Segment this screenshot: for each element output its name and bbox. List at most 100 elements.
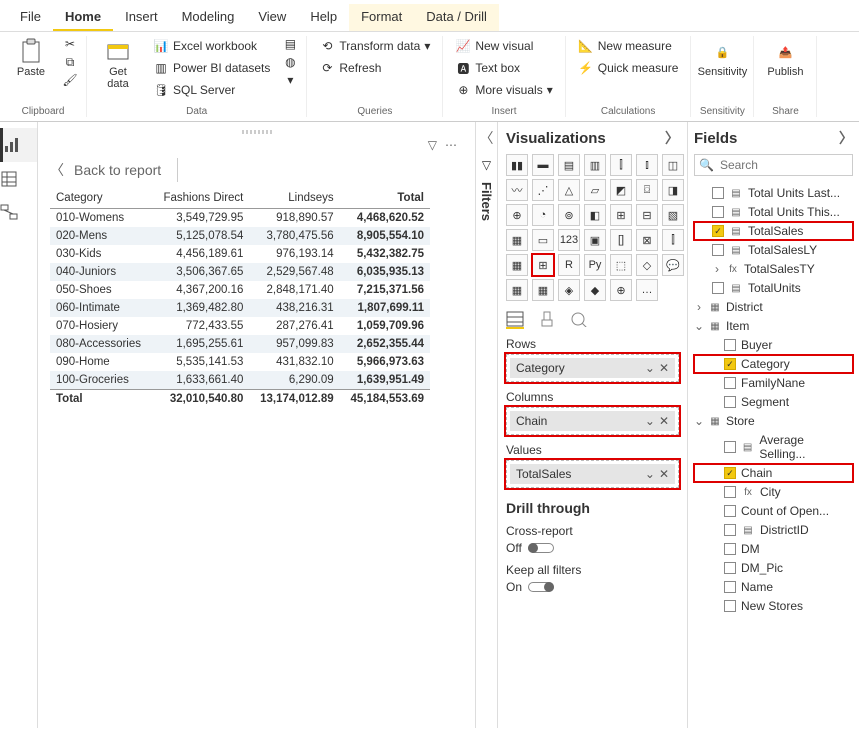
field-item[interactable]: ▤DistrictID [694,521,853,539]
checkbox[interactable] [724,600,736,612]
checkbox[interactable]: ✓ [712,225,724,237]
fields-well-tab[interactable] [506,311,524,329]
viz-type-icon[interactable]: Py [584,254,606,276]
data-view-button[interactable] [0,162,37,196]
checkbox[interactable] [724,562,736,574]
field-item[interactable]: DM [694,540,853,558]
viz-type-icon[interactable]: ▦ [506,279,528,301]
viz-type-icon[interactable]: ⌼ [636,179,658,201]
viz-type-icon[interactable]: ▱ [584,179,606,201]
field-item[interactable]: ✓Category [694,355,853,373]
remove-icon[interactable]: ✕ [659,414,669,428]
checkbox[interactable] [724,543,736,555]
tab-insert[interactable]: Insert [113,4,170,31]
table-node[interactable]: ›▦District [694,298,853,316]
viz-type-icon[interactable]: 〰 [506,179,528,201]
table-row[interactable]: 040-Juniors3,506,367.652,529,567.486,035… [50,263,430,281]
viz-type-icon[interactable]: ▬ [532,154,554,176]
dataverse-icon[interactable]: ▤ [282,36,298,52]
more-options-icon[interactable]: ⋯ [445,138,457,152]
field-item[interactable]: FamilyNane [694,374,853,392]
tab-data-drill[interactable]: Data / Drill [414,4,499,31]
more-visuals-button[interactable]: ⊕More visuals ▾ [451,80,556,100]
viz-type-icon[interactable]: ◫ [662,154,684,176]
recent-sources-icon[interactable]: ◍ [282,54,298,70]
checkbox[interactable] [712,244,724,256]
model-view-button[interactable] [0,196,37,230]
checkbox[interactable] [724,505,736,517]
collapse-viz-icon[interactable]: 〉 [665,128,679,148]
excel-workbook-button[interactable]: 📊Excel workbook [149,36,274,56]
field-item[interactable]: ▤TotalSalesLY [694,241,853,259]
viz-type-icon[interactable]: ◇ [636,254,658,276]
chevron-down-icon[interactable]: ⌄ [645,361,655,375]
pbi-datasets-button[interactable]: ▥Power BI datasets [149,58,274,78]
viz-type-icon[interactable]: 123 [558,229,580,251]
viz-type-icon[interactable]: ◩ [610,179,632,201]
viz-type-icon[interactable]: ⫾ [636,154,658,176]
viz-type-icon[interactable]: ⊞ [610,204,632,226]
viz-type-icon[interactable]: ⊞ [532,254,554,276]
rows-well[interactable]: Category⌄✕ [506,354,679,382]
field-item[interactable]: fxCity [694,483,853,501]
viz-type-icon[interactable]: ▧ [662,204,684,226]
matrix-visual[interactable]: Category Fashions Direct Lindseys Total … [50,188,430,408]
viz-type-icon[interactable]: ⫿ [662,229,684,251]
viz-type-icon[interactable]: ▥ [584,154,606,176]
table-row[interactable]: 020-Mens5,125,078.543,780,475.568,905,55… [50,227,430,245]
field-item[interactable]: ›fxTotalSalesTY [694,260,853,278]
sql-server-button[interactable]: 🛢SQL Server [149,80,274,100]
viz-type-icon[interactable]: 💬 [662,254,684,276]
keep-filters-toggle[interactable] [528,582,554,592]
table-row[interactable]: 060-Intimate1,369,482.80438,216.311,807,… [50,299,430,317]
get-data-button[interactable]: Get data [95,36,141,92]
tab-file[interactable]: File [8,4,53,31]
field-item[interactable]: Count of Open... [694,502,853,520]
field-item[interactable]: DM_Pic [694,559,853,577]
quick-measure-button[interactable]: ⚡Quick measure [574,58,683,78]
viz-type-icon[interactable]: ◔ [532,204,554,226]
tab-view[interactable]: View [246,4,298,31]
checkbox[interactable] [724,441,736,453]
field-item[interactable]: Name [694,578,853,596]
cross-report-toggle[interactable] [528,543,554,553]
publish-button[interactable]: 📤Publish [762,36,808,80]
text-box-button[interactable]: 🅰Text box [451,58,556,78]
tab-help[interactable]: Help [298,4,349,31]
viz-type-icon[interactable]: ▤ [558,154,580,176]
new-visual-button[interactable]: 📈New visual [451,36,556,56]
viz-type-icon[interactable]: ◨ [662,179,684,201]
columns-well[interactable]: Chain⌄✕ [506,407,679,435]
field-item[interactable]: ▤Total Units This... [694,203,853,221]
analytics-well-tab[interactable] [570,311,588,329]
report-view-button[interactable] [0,128,37,162]
checkbox[interactable] [712,282,724,294]
viz-type-icon[interactable]: ▦ [532,279,554,301]
viz-type-icon[interactable]: ⊕ [610,279,632,301]
field-item[interactable]: ✓▤TotalSales [694,222,853,240]
cut-icon[interactable]: ✂ [62,36,78,52]
table-node[interactable]: ⌄▦Item [694,317,853,335]
table-row[interactable]: 070-Hosiery772,433.55287,276.411,059,709… [50,317,430,335]
viz-type-icon[interactable]: ⋰ [532,179,554,201]
viz-type-icon[interactable]: [] [610,229,632,251]
viz-type-icon[interactable]: ◧ [584,204,606,226]
format-painter-icon[interactable]: 🖌 [62,72,78,88]
field-item[interactable]: Buyer [694,336,853,354]
table-row[interactable]: 100-Groceries1,633,661.406,290.091,639,9… [50,371,430,390]
checkbox[interactable]: ✓ [724,358,736,370]
search-input[interactable] [718,157,848,173]
viz-type-icon[interactable]: R [558,254,580,276]
remove-icon[interactable]: ✕ [659,361,669,375]
paste-button[interactable]: Paste [8,36,54,80]
table-row[interactable]: 050-Shoes4,367,200.162,848,171.407,215,3… [50,281,430,299]
viz-type-icon[interactable]: ▦ [506,229,528,251]
field-item[interactable]: Segment [694,393,853,411]
checkbox[interactable] [724,377,736,389]
viz-type-icon[interactable]: ⬚ [610,254,632,276]
viz-type-icon[interactable]: ▭ [532,229,554,251]
remove-icon[interactable]: ✕ [659,467,669,481]
values-well[interactable]: TotalSales⌄✕ [506,460,679,488]
copy-icon[interactable]: ⧉ [62,54,78,70]
checkbox[interactable] [724,339,736,351]
